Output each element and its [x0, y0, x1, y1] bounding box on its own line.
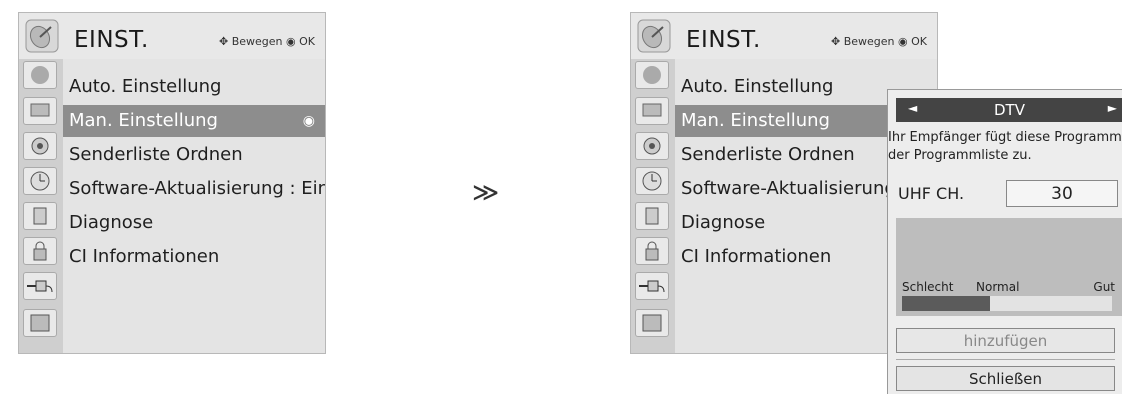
channel-number-field[interactable]: 30	[1006, 180, 1118, 207]
category-icon-column	[19, 59, 63, 353]
menu-item-ci-information[interactable]: CI Informationen	[63, 241, 325, 273]
lock-category-icon[interactable]	[635, 237, 669, 265]
signal-good-label: Gut	[1093, 280, 1115, 294]
time-category-icon[interactable]	[23, 167, 57, 195]
menu-title: EINST.	[686, 27, 761, 53]
divider	[896, 359, 1115, 360]
signal-strength-bar	[902, 296, 1112, 311]
menu-item-software-update[interactable]: Software-Aktualisierung : Ein	[63, 173, 325, 205]
channel-label: UHF CH.	[898, 184, 965, 203]
close-button[interactable]: Schließen	[896, 366, 1115, 391]
ok-dot-icon: ◉	[898, 35, 908, 48]
menu-item-diagnostics[interactable]: Diagnose	[63, 207, 325, 239]
ok-indicator-icon: ◉	[302, 113, 315, 129]
lock-category-icon[interactable]	[23, 237, 57, 265]
picture-category-icon[interactable]	[635, 97, 669, 125]
input-category-icon[interactable]	[635, 272, 669, 300]
picture-category-icon[interactable]	[23, 97, 57, 125]
media-category-icon[interactable]	[23, 309, 57, 337]
menu-header: EINST. ✥ Bewegen ◉ OK	[19, 13, 325, 59]
menu-item-auto-tuning[interactable]: Auto. Einstellung	[63, 71, 325, 103]
manual-tuning-popup: ◄ DTV ► Ihr Empfänger fügt diese Program…	[887, 89, 1122, 394]
menu-item-label: Man. Einstellung	[69, 110, 218, 131]
satellite-dish-icon	[25, 19, 59, 53]
menu-header: EINST. ✥ Bewegen ◉ OK	[631, 13, 937, 59]
navigation-hint: ✥ Bewegen ◉ OK	[830, 35, 927, 48]
option-category-icon[interactable]	[635, 202, 669, 230]
popup-description: Ihr Empfänger fügt diese Programme der P…	[888, 130, 1122, 163]
signal-normal-label: Normal	[976, 280, 1020, 294]
signal-strength-fill	[902, 296, 991, 311]
menu-item-manual-tuning[interactable]: Man. Einstellung ◉	[63, 105, 325, 137]
audio-category-icon[interactable]	[635, 132, 669, 160]
navigation-hint: ✥ Bewegen ◉ OK	[218, 35, 315, 48]
setup-menu-left: EINST. ✥ Bewegen ◉ OK Auto. Einstellung …	[18, 12, 326, 354]
menu-item-programme-edit[interactable]: Senderliste Ordnen	[63, 139, 325, 171]
right-arrow-icon[interactable]: ►	[1108, 101, 1117, 115]
menu-title: EINST.	[74, 27, 149, 53]
broadcast-mode-value: DTV	[994, 101, 1025, 119]
category-icon-column	[631, 59, 675, 353]
media-category-icon[interactable]	[635, 309, 669, 337]
signal-strength-panel: Schlecht Normal Gut	[896, 218, 1122, 316]
transition-arrow: ≫	[472, 178, 500, 208]
broadcast-mode-selector[interactable]: ◄ DTV ►	[896, 98, 1122, 122]
option-category-icon[interactable]	[23, 202, 57, 230]
time-category-icon[interactable]	[635, 167, 669, 195]
setup-category-icon[interactable]	[635, 61, 669, 89]
setup-category-icon[interactable]	[23, 61, 57, 89]
move-arrows-icon: ✥	[830, 35, 841, 48]
ok-dot-icon: ◉	[286, 35, 296, 48]
signal-bad-label: Schlecht	[902, 280, 954, 294]
move-arrows-icon: ✥	[218, 35, 229, 48]
audio-category-icon[interactable]	[23, 132, 57, 160]
add-button[interactable]: hinzufügen	[896, 328, 1115, 353]
input-category-icon[interactable]	[23, 272, 57, 300]
satellite-dish-icon	[637, 19, 671, 53]
